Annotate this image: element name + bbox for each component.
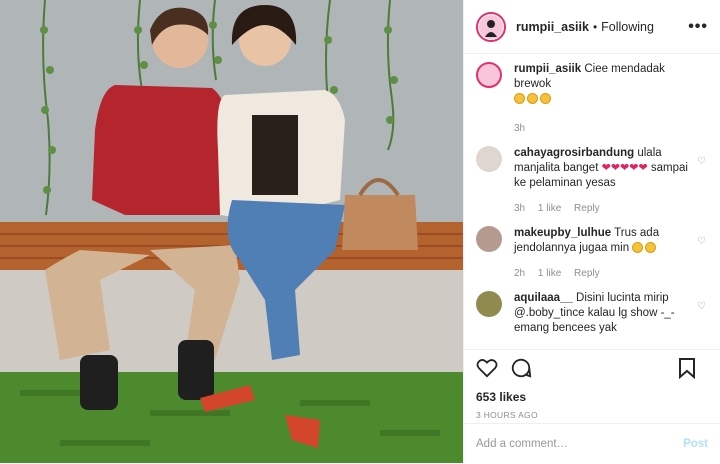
likes-count[interactable]: 653 likes xyxy=(476,390,708,404)
comment-avatar[interactable] xyxy=(476,146,502,172)
emoji-icon xyxy=(632,242,644,253)
like-heart-icon[interactable] xyxy=(476,358,498,383)
caption-time: 3h xyxy=(514,123,526,134)
comment-likes[interactable]: 1 like xyxy=(538,268,561,279)
comment-time: 3h xyxy=(514,203,526,214)
comment-likes[interactable]: 1 like xyxy=(538,203,561,214)
like-comment-heart-icon[interactable]: ♡ xyxy=(697,301,706,312)
like-comment-heart-icon[interactable]: ♡ xyxy=(697,156,706,167)
post-photo[interactable] xyxy=(0,0,463,463)
post-actions: 653 likes 3 HOURS AGO xyxy=(464,349,720,420)
comment-item: makeupby_lulhue Trus ada jendolannya jug… xyxy=(464,226,720,281)
post-side-panel: rumpii_asiik • Following ••• rumpii_asii… xyxy=(463,0,720,463)
caption-avatar[interactable] xyxy=(476,62,502,88)
reply-button[interactable]: Reply xyxy=(574,203,600,214)
comment-username[interactable]: aquilaaa__ xyxy=(514,292,573,304)
comment-item: aquilaaa__ Disini lucinta mirip @.boby_t… xyxy=(464,291,720,336)
header-separator: • xyxy=(592,19,598,34)
bookmark-icon[interactable] xyxy=(678,357,696,384)
comment-username[interactable]: makeupby_lulhue xyxy=(514,227,611,239)
comment-username[interactable]: cahayagrosirbandung xyxy=(514,147,634,159)
avatar-image xyxy=(479,14,503,39)
add-comment-bar: Add a comment… Post xyxy=(464,423,720,464)
photo-illustration xyxy=(0,0,463,463)
comment-avatar[interactable] xyxy=(476,226,502,252)
follow-status-button[interactable]: Following xyxy=(601,20,654,34)
add-comment-input[interactable]: Add a comment… xyxy=(476,438,568,450)
comments-list[interactable]: rumpii_asiik Ciee mendadak brewok 3h cah… xyxy=(464,62,720,348)
emoji-icon xyxy=(514,93,525,104)
post-header: rumpii_asiik • Following ••• xyxy=(464,0,720,54)
avatar-illustration xyxy=(485,19,497,37)
comment-avatar[interactable] xyxy=(476,291,502,317)
emoji-icon xyxy=(527,93,538,104)
like-comment-heart-icon[interactable]: ♡ xyxy=(697,236,706,247)
post-time-ago: 3 HOURS AGO xyxy=(476,410,538,420)
comment-bubble-icon[interactable] xyxy=(510,357,532,384)
emoji-icon xyxy=(540,93,551,104)
author-avatar[interactable] xyxy=(476,11,506,42)
reply-button[interactable]: Reply xyxy=(574,268,600,279)
author-username[interactable]: rumpii_asiik xyxy=(516,20,589,34)
more-options-button[interactable]: ••• xyxy=(688,18,708,36)
caption: rumpii_asiik Ciee mendadak brewok 3h xyxy=(464,62,720,136)
post-comment-button[interactable]: Post xyxy=(683,438,708,450)
heart-emoji-icon: ❤❤❤❤❤ xyxy=(601,162,648,174)
caption-username[interactable]: rumpii_asiik xyxy=(514,63,581,75)
comment-item: cahayagrosirbandung ulala manjalita bang… xyxy=(464,146,720,216)
emoji-icon xyxy=(645,242,657,253)
comment-time: 2h xyxy=(514,268,526,279)
